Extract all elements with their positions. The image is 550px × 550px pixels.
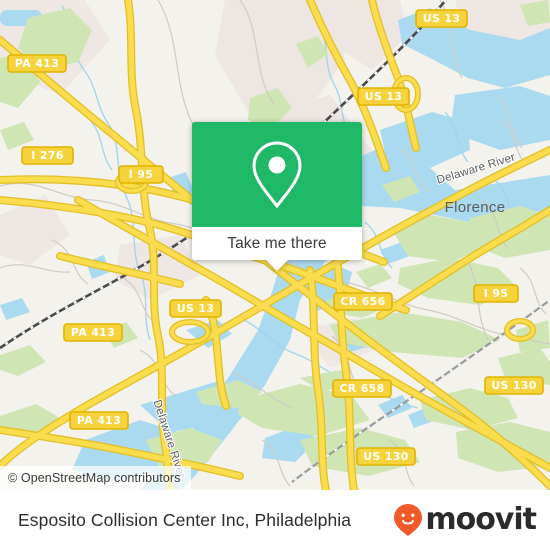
road-shield-label: US 130 [491, 379, 536, 392]
road-shield: CR 658 [332, 379, 392, 398]
road-shield: US 130 [484, 376, 544, 395]
road-shield: US 130 [356, 447, 416, 466]
road-shield: I 95 [473, 284, 519, 303]
road-shield: US 13 [415, 9, 468, 28]
road-shield: PA 413 [7, 54, 67, 73]
road-shield-label: PA 413 [15, 57, 59, 70]
map-place-labels: Florence [445, 199, 506, 216]
map-screenshot: Delaware River Delaware River Florence PA… [0, 0, 550, 550]
road-shield-label: CR 656 [340, 295, 385, 308]
road-shield: PA 413 [63, 323, 123, 342]
attribution-text: © OpenStreetMap contributors [8, 471, 181, 485]
moovit-wordmark: moovit [425, 502, 537, 537]
road-shield: PA 413 [69, 411, 129, 430]
place-label: Florence [445, 199, 506, 216]
moovit-logo[interactable]: moovit [393, 502, 537, 537]
road-shield-label: I 95 [129, 168, 153, 181]
popup-image-area [192, 122, 362, 227]
road-shield-label: PA 413 [71, 326, 115, 339]
footer-bar: Esposito Collision Center Inc, Philadelp… [0, 490, 550, 550]
road-shield-label: US 13 [365, 90, 403, 103]
map-pin-icon [249, 139, 305, 211]
road-shield: US 13 [169, 299, 222, 318]
road-shield: US 13 [357, 87, 410, 106]
location-title: Esposito Collision Center Inc, Philadelp… [18, 509, 352, 530]
road-shield-label: I 276 [31, 149, 63, 162]
moovit-pin-smile-icon [393, 503, 423, 537]
road-shield-label: US 13 [423, 12, 461, 25]
destination-popup-card[interactable]: Take me there [192, 122, 362, 271]
popup-pointer-tail [266, 260, 288, 271]
road-shield-label: US 13 [177, 302, 215, 315]
road-shield-label: CR 658 [339, 382, 384, 395]
road-shield-label: I 95 [484, 287, 508, 300]
road-shield-label: PA 413 [77, 414, 121, 427]
road-shield: I 276 [21, 146, 74, 165]
take-me-there-label: Take me there [227, 234, 327, 252]
road-shield: I 95 [118, 165, 164, 184]
popup-action-bar[interactable]: Take me there [192, 227, 362, 271]
map-attribution[interactable]: © OpenStreetMap contributors [0, 466, 191, 490]
road-shield-label: US 130 [363, 450, 408, 463]
road-shield: CR 656 [333, 292, 393, 311]
